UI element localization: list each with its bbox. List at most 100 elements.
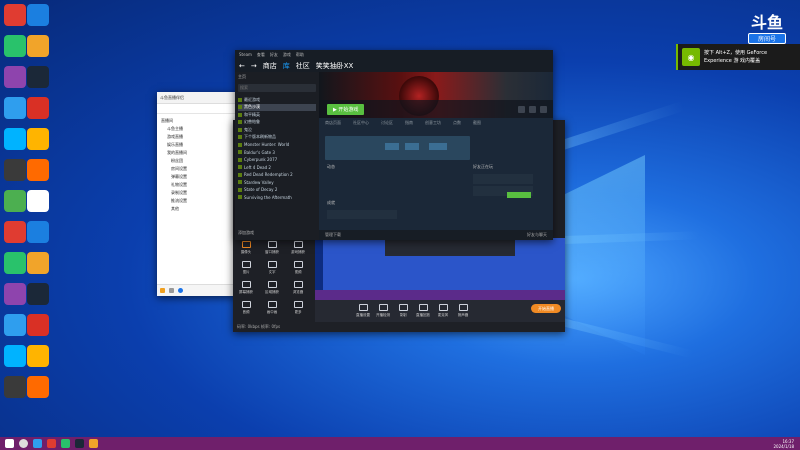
game-tab[interactable]: 社区中心 xyxy=(353,120,369,129)
desktop-app-icon[interactable] xyxy=(27,283,49,305)
steam-icon[interactable] xyxy=(75,439,84,448)
nav-store[interactable]: 商店 xyxy=(263,61,277,71)
source-tool-button[interactable]: 屏幕捕获 xyxy=(233,278,259,298)
gear-icon[interactable] xyxy=(518,105,525,113)
desktop-app-icon[interactable] xyxy=(27,159,49,181)
game-tab[interactable]: 商店页面 xyxy=(325,120,341,129)
game-list-item[interactable]: 鬼泣 xyxy=(238,126,316,134)
tree-item[interactable]: 游戏直播 xyxy=(161,133,233,141)
game-tab[interactable]: 创意工坊 xyxy=(425,120,441,129)
desktop-app-icon[interactable] xyxy=(27,376,49,398)
desktop-app-icon[interactable] xyxy=(4,66,26,88)
source-tool-button[interactable]: 文字 xyxy=(259,258,285,278)
tree-item[interactable]: 斗鱼主播 xyxy=(161,125,233,133)
sidebar-search[interactable]: 搜索 xyxy=(238,84,316,92)
room-manager-window[interactable]: 斗鱼直播伴侣 直播间 斗鱼主播 游戏直播 娱乐直播 我的直播间 粉丝团 房间设置 弹幕设置 礼物… xyxy=(157,92,237,296)
steam-sidebar[interactable]: 主页 搜索 最近游戏 黑色沙漠 和平精英 幻兽帕鲁 鬼泣 下个版本刷新物品 Monster … xyxy=(235,72,319,240)
game-list-item[interactable]: Baldur's Gate 3 xyxy=(238,149,316,157)
steam-menubar[interactable]: Steam 查看 好友 游戏 帮助 xyxy=(235,50,553,59)
desktop-app-icon[interactable] xyxy=(4,4,26,26)
game-list-item[interactable]: 最近游戏 xyxy=(238,96,316,104)
add-game-button[interactable]: 添加游戏 xyxy=(238,230,254,236)
steam-menu-item[interactable]: 查看 xyxy=(257,52,265,58)
steam-menu-item[interactable]: 游戏 xyxy=(283,52,291,58)
broadcast-tool-button[interactable]: 录制 xyxy=(393,304,413,318)
nav-library[interactable]: 库 xyxy=(283,61,290,71)
activity-card[interactable] xyxy=(325,136,470,160)
game-tab[interactable]: 点数 xyxy=(453,120,461,129)
thumbs-up-button[interactable] xyxy=(385,143,399,150)
app-icon[interactable] xyxy=(89,439,98,448)
back-button[interactable]: ← xyxy=(239,62,245,70)
thumbs-down-button[interactable] xyxy=(405,143,419,150)
room-manager-titlebar[interactable]: 斗鱼直播伴侣 xyxy=(157,92,237,104)
desktop-app-icon[interactable] xyxy=(27,190,49,212)
steam-window[interactable]: Steam 查看 好友 游戏 帮助 ← → 商店 库 社区 笑笑抽卧XX 主页 搜索 最… xyxy=(235,50,553,240)
source-tool-button[interactable]: 画中画 xyxy=(259,298,285,318)
desktop-app-icon[interactable] xyxy=(4,128,26,150)
nav-community[interactable]: 社区 xyxy=(296,61,310,71)
folder-icon[interactable] xyxy=(160,288,165,293)
app-icon[interactable] xyxy=(61,439,70,448)
search-icon[interactable] xyxy=(19,439,28,448)
desktop-app-icon[interactable] xyxy=(4,97,26,119)
game-list-item[interactable]: 幻兽帕鲁 xyxy=(238,119,316,127)
tree-item[interactable]: 其他 xyxy=(161,205,233,213)
tree-item[interactable]: 我的直播间 xyxy=(161,149,233,157)
steam-menu-item[interactable]: 好友 xyxy=(270,52,278,58)
game-list-item[interactable]: 下个版本刷新物品 xyxy=(238,134,316,142)
stream-preview[interactable] xyxy=(315,238,565,300)
sidebar-home[interactable]: 主页 xyxy=(235,72,319,82)
steam-menu-item[interactable]: Steam xyxy=(239,52,252,57)
desktop-app-icon[interactable] xyxy=(27,345,49,367)
broadcast-tool-button[interactable]: 直播设置 xyxy=(353,304,373,318)
source-tool-button[interactable]: 区域捕获 xyxy=(259,278,285,298)
settings-icon[interactable] xyxy=(169,288,174,293)
game-list-item[interactable]: Red Dead Redemption 2 xyxy=(238,171,316,179)
source-tool-button[interactable]: 更多 xyxy=(285,298,311,318)
desktop-app-icon[interactable] xyxy=(27,97,49,119)
game-tab[interactable]: 讨论区 xyxy=(381,120,393,129)
desktop-app-icon[interactable] xyxy=(4,35,26,57)
desktop-app-icon[interactable] xyxy=(4,221,26,243)
steam-navbar[interactable]: ← → 商店 库 社区 笑笑抽卧XX xyxy=(235,59,553,72)
tree-item[interactable]: 房间设置 xyxy=(161,165,233,173)
source-tool-button[interactable]: 游戏捕获 xyxy=(285,238,311,258)
friend-join-button[interactable] xyxy=(507,192,531,198)
desktop-app-icon[interactable] xyxy=(27,4,49,26)
friends-and-chat[interactable]: 好友与聊天 xyxy=(527,232,547,238)
play-button[interactable]: ▶ 开始游戏 xyxy=(327,103,365,115)
steam-menu-item[interactable]: 帮助 xyxy=(296,52,304,58)
desktop-app-icon[interactable] xyxy=(27,66,49,88)
game-list[interactable]: 最近游戏 黑色沙漠 和平精英 幻兽帕鲁 鬼泣 下个版本刷新物品 Monster Hunter… xyxy=(235,94,319,203)
desktop-app-icon[interactable] xyxy=(27,128,49,150)
desktop-app-icon[interactable] xyxy=(4,376,26,398)
broadcast-toolbar[interactable]: 直播设置 开播检测 录制 直播回放 麦克风 扬声器 xyxy=(315,300,565,322)
broadcast-tool-button[interactable]: 麦克风 xyxy=(433,304,453,318)
game-list-item[interactable]: 黑色沙漠 xyxy=(238,103,316,111)
game-list-item[interactable]: Stardew Valley xyxy=(238,179,316,187)
desktop-app-icon[interactable] xyxy=(4,159,26,181)
go-live-button[interactable]: 开始直播 xyxy=(531,304,561,313)
desktop-app-icon[interactable] xyxy=(27,221,49,243)
game-list-item[interactable]: Surviving the Aftermath xyxy=(238,194,316,202)
manage-downloads[interactable]: 管理下载 xyxy=(325,232,341,238)
desktop-app-icon[interactable] xyxy=(4,283,26,305)
tree-item[interactable]: 弹幕设置 xyxy=(161,173,233,181)
nav-username[interactable]: 笑笑抽卧XX xyxy=(316,61,354,71)
source-tool-button[interactable]: 音频 xyxy=(233,298,259,318)
app-icon[interactable] xyxy=(47,439,56,448)
game-list-item[interactable]: Cyberpunk 2077 xyxy=(238,156,316,164)
info-icon[interactable] xyxy=(178,288,183,293)
tree-item[interactable]: 粉丝团 xyxy=(161,157,233,165)
later-button[interactable] xyxy=(429,143,447,150)
broadcast-tool-button[interactable]: 直播回放 xyxy=(413,304,433,318)
clock[interactable]: 16:37 2024/1/18 xyxy=(773,439,794,449)
game-tab[interactable]: 截图 xyxy=(473,120,481,129)
game-list-item[interactable]: State of Decay 2 xyxy=(238,186,316,194)
achievement-row[interactable] xyxy=(327,210,397,219)
source-tools[interactable]: 摄像头 窗口捕获 游戏捕获 图片 文字 视频 屏幕捕获 区域捕获 浏览器 音频 画中画 更多 xyxy=(233,238,313,318)
tree-item[interactable]: 推流设置 xyxy=(161,197,233,205)
broadcast-tool-button[interactable]: 扬声器 xyxy=(453,304,473,318)
desktop-app-icon[interactable] xyxy=(4,252,26,274)
